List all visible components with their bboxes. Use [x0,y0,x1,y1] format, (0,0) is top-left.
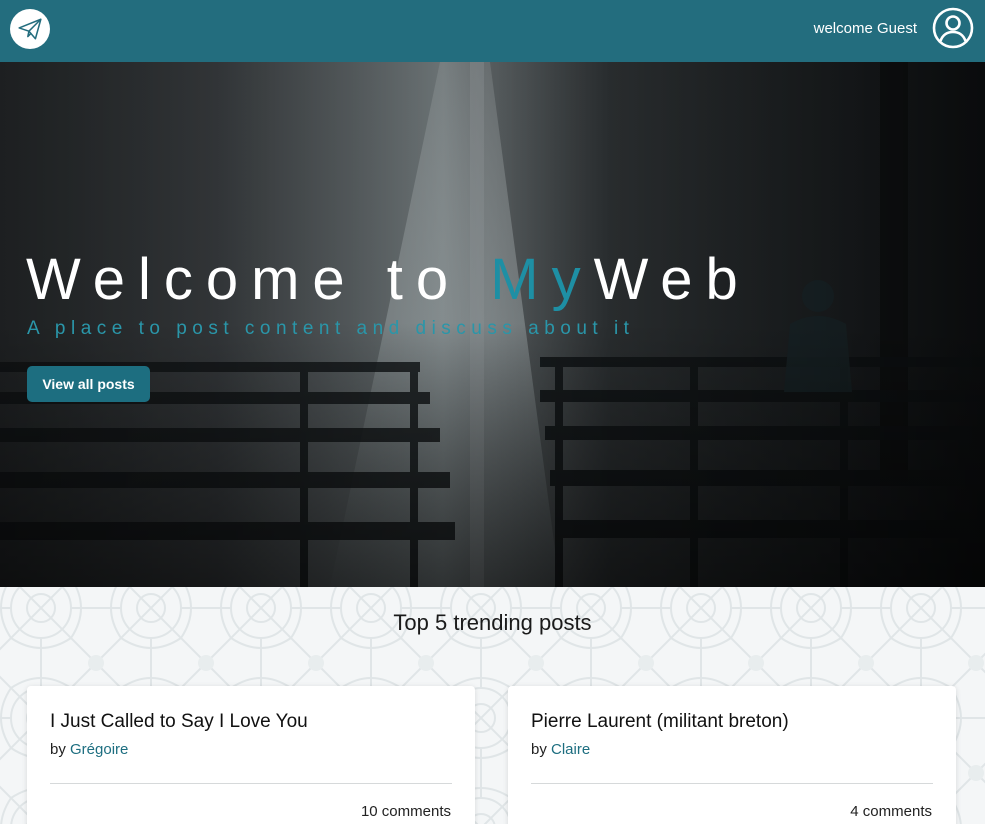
hero-title-accent: My [490,247,594,312]
user-circle-icon[interactable] [932,7,974,49]
by-label: by [50,741,66,758]
paper-plane-icon[interactable] [10,9,50,49]
post-card[interactable]: Pierre Laurent (militant breton) by Clai… [508,686,956,824]
card-divider [50,783,452,784]
top-navbar: welcome Guest [0,0,985,62]
hero-title-part1: Welcome to [26,247,491,312]
view-all-posts-button[interactable]: View all posts [27,366,150,402]
by-label: by [531,741,547,758]
welcome-text: welcome Guest [813,20,917,37]
post-card[interactable]: I Just Called to Say I Love You by Grégo… [27,686,475,824]
post-comments-count: 4 comments [850,803,932,820]
post-author-link[interactable]: Grégoire [70,741,128,758]
post-author-link[interactable]: Claire [551,741,590,758]
trending-section: Top 5 trending posts I Just Called to Sa… [0,587,985,824]
post-title[interactable]: Pierre Laurent (militant breton) [531,711,789,733]
section-title: Top 5 trending posts [393,610,592,635]
post-comments-count: 10 comments [360,803,451,820]
post-author-line: by Claire [531,741,590,758]
hero-banner: Welcome to MyWeb A place to post content… [0,62,985,587]
hero-title: Welcome to MyWeb [26,248,751,312]
post-author-line: by Grégoire [50,741,128,758]
card-divider [531,783,933,784]
hero-subtitle: A place to post content and discuss abou… [27,318,635,339]
hero-title-part2: Web [593,247,751,312]
post-title[interactable]: I Just Called to Say I Love You [50,711,308,733]
